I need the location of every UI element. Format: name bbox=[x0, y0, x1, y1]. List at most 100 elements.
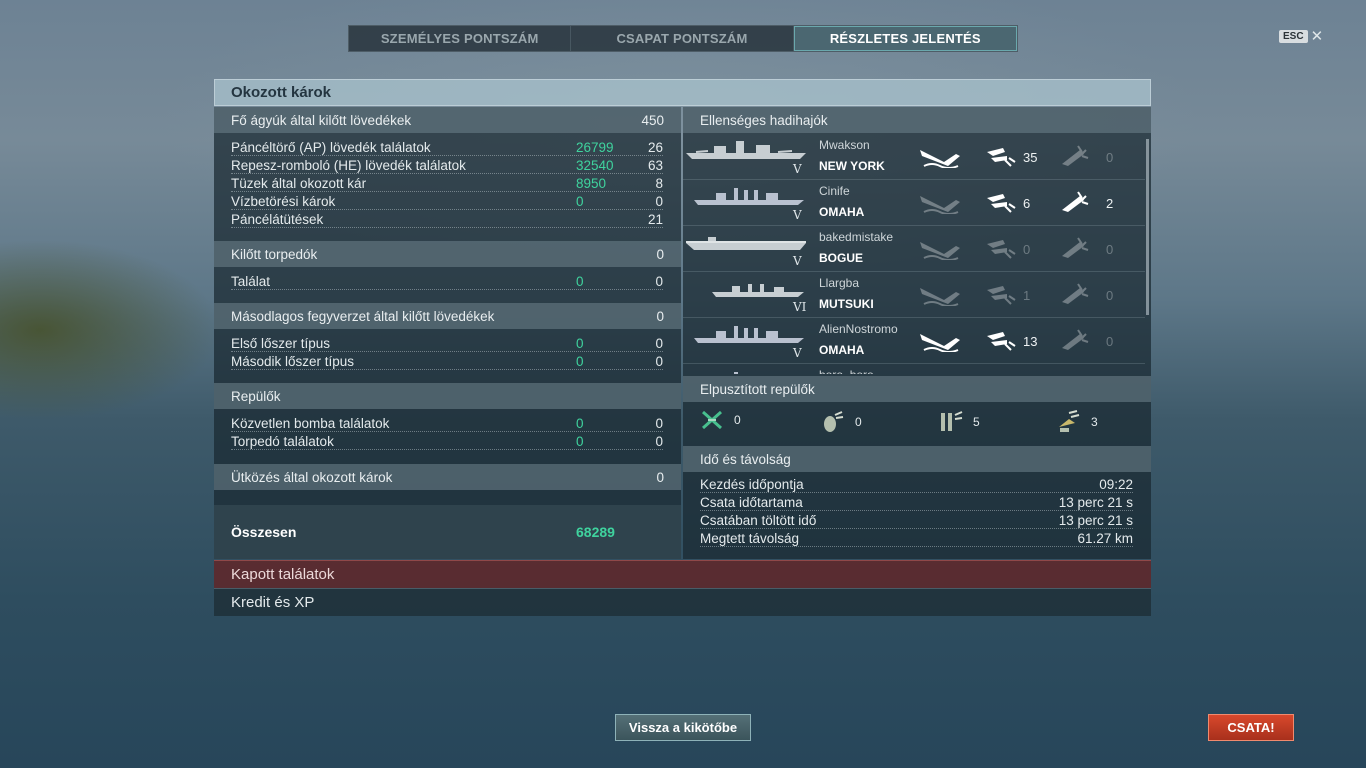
section-value: 450 bbox=[641, 112, 664, 128]
ship-name: BOGUE bbox=[819, 251, 864, 265]
stat-damage: 32540 bbox=[576, 158, 614, 173]
ship-destroyed-icon bbox=[918, 144, 962, 169]
time-label: Megtett távolság bbox=[700, 531, 800, 546]
total-label: Összesen bbox=[231, 524, 297, 540]
total-row: Összesen 68289 bbox=[214, 505, 681, 559]
shell-hits-count: 13 bbox=[1023, 334, 1038, 349]
stat-count: 0 bbox=[655, 194, 663, 209]
ship-tier: V bbox=[793, 254, 802, 268]
plane-stat: 3 bbox=[1055, 409, 1098, 435]
penetration-hits-icon bbox=[1060, 190, 1104, 214]
stat-row: Páncéltörő (AP) lövedék találatok 26799 … bbox=[231, 138, 663, 156]
enemy-column: Ellenséges hadihajók V Mwakson NEW YORK 35 0… bbox=[683, 107, 1151, 559]
enemy-ship-row: VI Llargba MUTSUKI 1 0 bbox=[683, 272, 1145, 318]
tab-detailed-report[interactable]: RÉSZLETES JELENTÉS bbox=[793, 26, 1017, 51]
ship-silhouette-icon bbox=[686, 185, 806, 207]
player-name: bakedmistake bbox=[819, 230, 894, 244]
stat-row: Torpedó találatok 0 0 bbox=[231, 432, 663, 450]
plane-count: 5 bbox=[973, 415, 980, 429]
stat-label: Második lőszer típus bbox=[231, 354, 355, 369]
aircraft-header: Repülők bbox=[214, 383, 681, 409]
penetration-hits-count: 0 bbox=[1106, 334, 1114, 349]
back-to-port-button[interactable]: Vissza a kikötőbe bbox=[615, 714, 751, 741]
ship-tier: V bbox=[793, 208, 802, 222]
penetration-hits-icon bbox=[1060, 282, 1104, 306]
enemy-ship-row: V AlienNostromo OMAHA 13 0 bbox=[683, 318, 1145, 364]
section-title: Idő és távolság bbox=[700, 451, 791, 467]
shell-hits-count: 1 bbox=[1023, 288, 1031, 303]
stat-row: Vízbetörési károk 0 0 bbox=[231, 192, 663, 210]
credits-xp-section[interactable]: Kredit és XP bbox=[214, 588, 1151, 616]
stat-damage: 0 bbox=[576, 354, 584, 369]
ship-silhouette-icon bbox=[686, 323, 806, 345]
stat-count: 0 bbox=[655, 416, 663, 431]
stat-damage: 0 bbox=[576, 434, 584, 449]
stat-count: 0 bbox=[655, 354, 663, 369]
penetration-hits-count: 2 bbox=[1106, 196, 1114, 211]
received-hits-section[interactable]: Kapott találatok bbox=[214, 560, 1151, 588]
secondary-header: Másodlagos fegyverzet által kilőtt löved… bbox=[214, 303, 681, 329]
stat-count: 0 bbox=[655, 336, 663, 351]
close-button[interactable]: ESC ✕ bbox=[1279, 29, 1323, 44]
plane-stat: 0 bbox=[700, 409, 741, 431]
battle-button[interactable]: CSATA! bbox=[1208, 714, 1294, 741]
shell-hits-count: 6 bbox=[1023, 196, 1031, 211]
section-value: 0 bbox=[656, 308, 664, 324]
section-title: Fő ágyúk által kilőtt lövedékek bbox=[231, 112, 412, 128]
stat-label: Torpedó találatok bbox=[231, 434, 334, 449]
plane-count: 0 bbox=[855, 415, 862, 429]
section-title: Repülők bbox=[231, 388, 281, 404]
stat-count: 0 bbox=[655, 434, 663, 449]
player-name: Mwakson bbox=[819, 138, 870, 152]
penetration-hits-count: 0 bbox=[1106, 150, 1114, 165]
time-row: Csatában töltött idő 13 perc 21 s bbox=[700, 511, 1133, 529]
ship-name: OMAHA bbox=[819, 205, 865, 219]
player-name: AlienNostromo bbox=[819, 322, 898, 336]
section-value: 0 bbox=[656, 246, 664, 262]
ship-tier: V bbox=[793, 346, 802, 360]
player-name: Cinife bbox=[819, 184, 850, 198]
dive-bomber-icon bbox=[1059, 410, 1080, 432]
shell-hits-count: 0 bbox=[1023, 242, 1031, 257]
fighter-icon bbox=[702, 410, 722, 430]
plane-stat: 0 bbox=[819, 409, 862, 435]
stat-label: Közvetlen bomba találatok bbox=[231, 416, 390, 431]
ship-destroyed-icon bbox=[918, 328, 962, 353]
penetration-hits-icon bbox=[1060, 236, 1104, 260]
stat-count: 0 bbox=[655, 274, 663, 289]
planes-header: Elpusztított repülők bbox=[683, 376, 1151, 402]
time-row: Kezdés időpontja 09:22 bbox=[700, 475, 1133, 493]
time-label: Csata időtartama bbox=[700, 495, 803, 510]
penetration-hits-count: 0 bbox=[1106, 242, 1114, 257]
stat-label: Első lőszer típus bbox=[231, 336, 331, 351]
bomb-icon bbox=[824, 411, 844, 432]
stat-count: 8 bbox=[655, 176, 663, 191]
enemy-ship-list[interactable]: V Mwakson NEW YORK 35 0 V Cinife OMAHA 6 2 Vbakedm… bbox=[683, 134, 1145, 374]
stat-damage: 0 bbox=[576, 194, 584, 209]
stat-label: Találat bbox=[231, 274, 271, 289]
enemy-ship-row: boro_boro bbox=[683, 364, 1145, 374]
ship-name: NEW YORK bbox=[819, 159, 885, 173]
plane-stat: 5 bbox=[937, 409, 980, 435]
tab-team-score[interactable]: CSAPAT PONTSZÁM bbox=[571, 26, 794, 51]
time-row: Megtett távolság 61.27 km bbox=[700, 529, 1133, 547]
stat-row: Tüzek által okozott kár 8950 8 bbox=[231, 174, 663, 192]
ship-tier: VI bbox=[793, 300, 807, 314]
plane-count: 3 bbox=[1091, 415, 1098, 429]
report-tabs: SZEMÉLYES PONTSZÁM CSAPAT PONTSZÁM RÉSZL… bbox=[348, 25, 1018, 52]
plane-count: 0 bbox=[734, 413, 741, 427]
collision-header: Ütközés által okozott károk 0 bbox=[214, 464, 681, 490]
torpedo-bomber-icon bbox=[941, 411, 963, 431]
ship-destroyed-icon bbox=[918, 282, 962, 307]
ship-destroyed-icon bbox=[918, 236, 962, 261]
section-title: Másodlagos fegyverzet által kilőtt löved… bbox=[231, 308, 495, 324]
tab-personal-score[interactable]: SZEMÉLYES PONTSZÁM bbox=[349, 26, 572, 51]
stat-label: Vízbetörési károk bbox=[231, 194, 336, 209]
section-title: Kilőtt torpedók bbox=[231, 246, 318, 262]
enemy-ship-row: V Mwakson NEW YORK 35 0 bbox=[683, 134, 1145, 180]
time-value: 13 perc 21 s bbox=[1058, 495, 1133, 510]
ship-list-scrollbar[interactable] bbox=[1146, 139, 1149, 315]
planes-destroyed: 0 0 5 3 bbox=[683, 403, 1151, 443]
esc-key-badge: ESC bbox=[1279, 30, 1308, 43]
enemy-ship-row: V Cinife OMAHA 6 2 bbox=[683, 180, 1145, 226]
